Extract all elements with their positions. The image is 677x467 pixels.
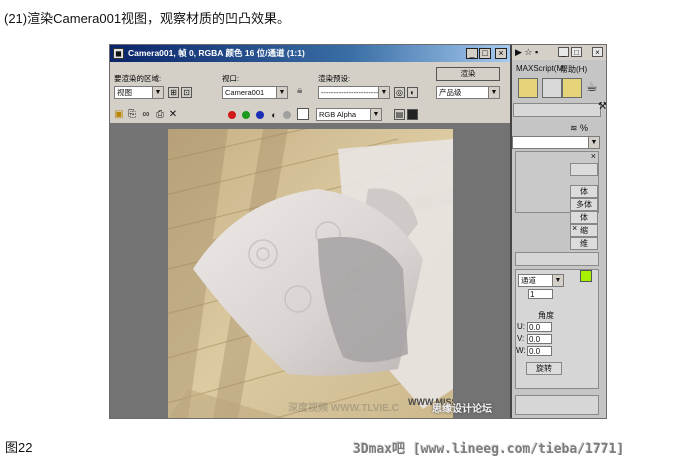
stack-close-icon[interactable]: × — [591, 151, 596, 161]
quality-dropdown[interactable]: 产品级 ▼ — [436, 86, 500, 99]
rendered-scene — [168, 129, 453, 418]
preset-dropdown[interactable]: ------------------------ ▼ — [318, 86, 390, 99]
watermark-forum: 思缘设计论坛 — [432, 404, 492, 415]
area-dropdown[interactable]: 视图 ▼ — [114, 86, 164, 99]
clear-icon[interactable]: ✕ — [167, 109, 179, 121]
menu-help[interactable]: 帮助(H) — [560, 64, 587, 75]
rollout-header[interactable] — [515, 252, 599, 266]
modifier-icons: ≋ % — [570, 123, 589, 133]
v-angle-spinner[interactable]: 0.0 — [527, 334, 552, 344]
rollout-close-icon[interactable]: × — [572, 223, 577, 233]
environment-icon[interactable]: ◐ — [407, 87, 418, 98]
rendered-frame-window: ◼ Camera001, 帧 0, RGBA 颜色 16 位/通道 (1:1) … — [110, 45, 512, 418]
print-icon[interactable]: ⎙ — [154, 109, 166, 121]
blue-channel-icon[interactable] — [256, 111, 264, 119]
maximize-button[interactable]: □ — [479, 48, 491, 59]
teapot-render-icon[interactable] — [562, 78, 582, 98]
stack-pin-button[interactable] — [570, 163, 598, 176]
minimize-button[interactable]: _ — [466, 48, 478, 59]
angle-label: 角度 — [538, 311, 554, 320]
mono-channel-icon[interactable] — [283, 111, 291, 119]
watermark-faint: 深度视频 WWW.TLVIE.C — [288, 403, 399, 414]
u-label: U: — [517, 322, 525, 331]
bottom-rollout — [515, 395, 599, 415]
lock-icon[interactable]: 🔒︎ — [297, 85, 302, 96]
modifier-list-dropdown[interactable]: ▼ — [512, 136, 600, 149]
close-button[interactable]: × — [495, 48, 507, 59]
copy-image-icon[interactable]: ⎘ — [126, 109, 138, 121]
forum-watermark-url: 3Dmax吧 [www.lineeg.com/tieba/1771] — [353, 442, 625, 457]
toolbar-icons-row: ▶ ☆ ▪ — [515, 47, 539, 57]
render-window-titlebar[interactable]: ◼ Camera001, 帧 0, RGBA 颜色 16 位/通道 (1:1) … — [110, 45, 510, 62]
window-app-icon: ◼ — [113, 48, 124, 59]
uvw-map-rollout: 通道 ▼ 1 角度 U: 0.0 V: 0.0 W: 0.0 旋转 — [515, 269, 599, 389]
panel-minimize-button[interactable]: _ — [558, 47, 569, 57]
clone-window-icon[interactable]: ∞ — [140, 109, 152, 121]
background-color-swatch[interactable] — [297, 108, 309, 120]
command-panel-window: _ □ × ▶ ☆ ▪ MAXScript(M) 帮助(H) ☕ ⚒ ≋ % ▼… — [510, 45, 606, 418]
screenshot-frame: _ □ × ▶ ☆ ▪ MAXScript(M) 帮助(H) ☕ ⚒ ≋ % ▼… — [109, 44, 607, 419]
cp-button-5[interactable]: 维 — [570, 237, 598, 250]
teapot-icon[interactable]: ☕ — [586, 79, 598, 95]
caption-top: (21)渲染Camera001视图，观察材质的凹凸效果。 — [4, 11, 291, 26]
render-button[interactable]: 渲染 — [436, 67, 500, 81]
u-angle-spinner[interactable]: 0.0 — [527, 322, 552, 332]
figure-caption: 图22 — [5, 440, 33, 455]
lime-color-swatch[interactable] — [580, 270, 592, 282]
w-label: W: — [516, 346, 526, 355]
v-label: V: — [517, 334, 525, 343]
panel-close-button[interactable]: × — [592, 47, 603, 57]
viewport-label: 视口: — [222, 74, 240, 83]
menu-maxscript[interactable]: MAXScript(M) — [516, 64, 566, 73]
hammer-icon[interactable]: ⚒ — [598, 101, 606, 112]
cp-button-2[interactable]: 多体 — [570, 198, 598, 211]
toggle-ui-icon[interactable] — [407, 109, 418, 120]
preset-label: 渲染预设: — [318, 74, 351, 83]
channel-dropdown[interactable]: 通道 ▼ — [518, 274, 564, 287]
command-panel-tabs[interactable] — [513, 103, 601, 117]
auto-region-icon[interactable]: ⊡ — [181, 87, 192, 98]
channel-count-spinner[interactable]: 1 — [528, 289, 553, 299]
toggle-ui-overlay-icon[interactable]: ▤ — [394, 109, 405, 120]
rotate-button[interactable]: 旋转 — [526, 362, 562, 375]
w-angle-spinner[interactable]: 0.0 — [527, 346, 552, 356]
save-image-icon[interactable]: ▣ — [113, 109, 125, 121]
link-tool-icon[interactable] — [542, 78, 562, 98]
green-channel-icon[interactable] — [242, 111, 250, 119]
rendered-image: WWW.MISSYUAN.COM 深度视频 WWW.TLVIE.C — [168, 129, 453, 418]
alpha-channel-icon[interactable]: ◐ — [268, 109, 280, 121]
panel-maximize-button[interactable]: □ — [571, 47, 582, 57]
area-label: 要渲染的区域: — [114, 74, 162, 83]
window-title: Camera001, 帧 0, RGBA 颜色 16 位/通道 (1:1) — [128, 48, 305, 58]
channel-display-dropdown[interactable]: RGB Alpha ▼ — [316, 108, 382, 121]
edit-region-icon[interactable]: ⊞ — [168, 87, 179, 98]
command-panel-titlebar: _ □ × ▶ ☆ ▪ — [510, 45, 606, 60]
viewport-dropdown[interactable]: Camera001 ▼ — [222, 86, 288, 99]
select-tool-icon[interactable] — [518, 78, 538, 98]
render-setup-icon[interactable]: ◎ — [394, 87, 405, 98]
cp-button-1[interactable]: 体 — [570, 185, 598, 198]
red-channel-icon[interactable] — [228, 111, 236, 119]
